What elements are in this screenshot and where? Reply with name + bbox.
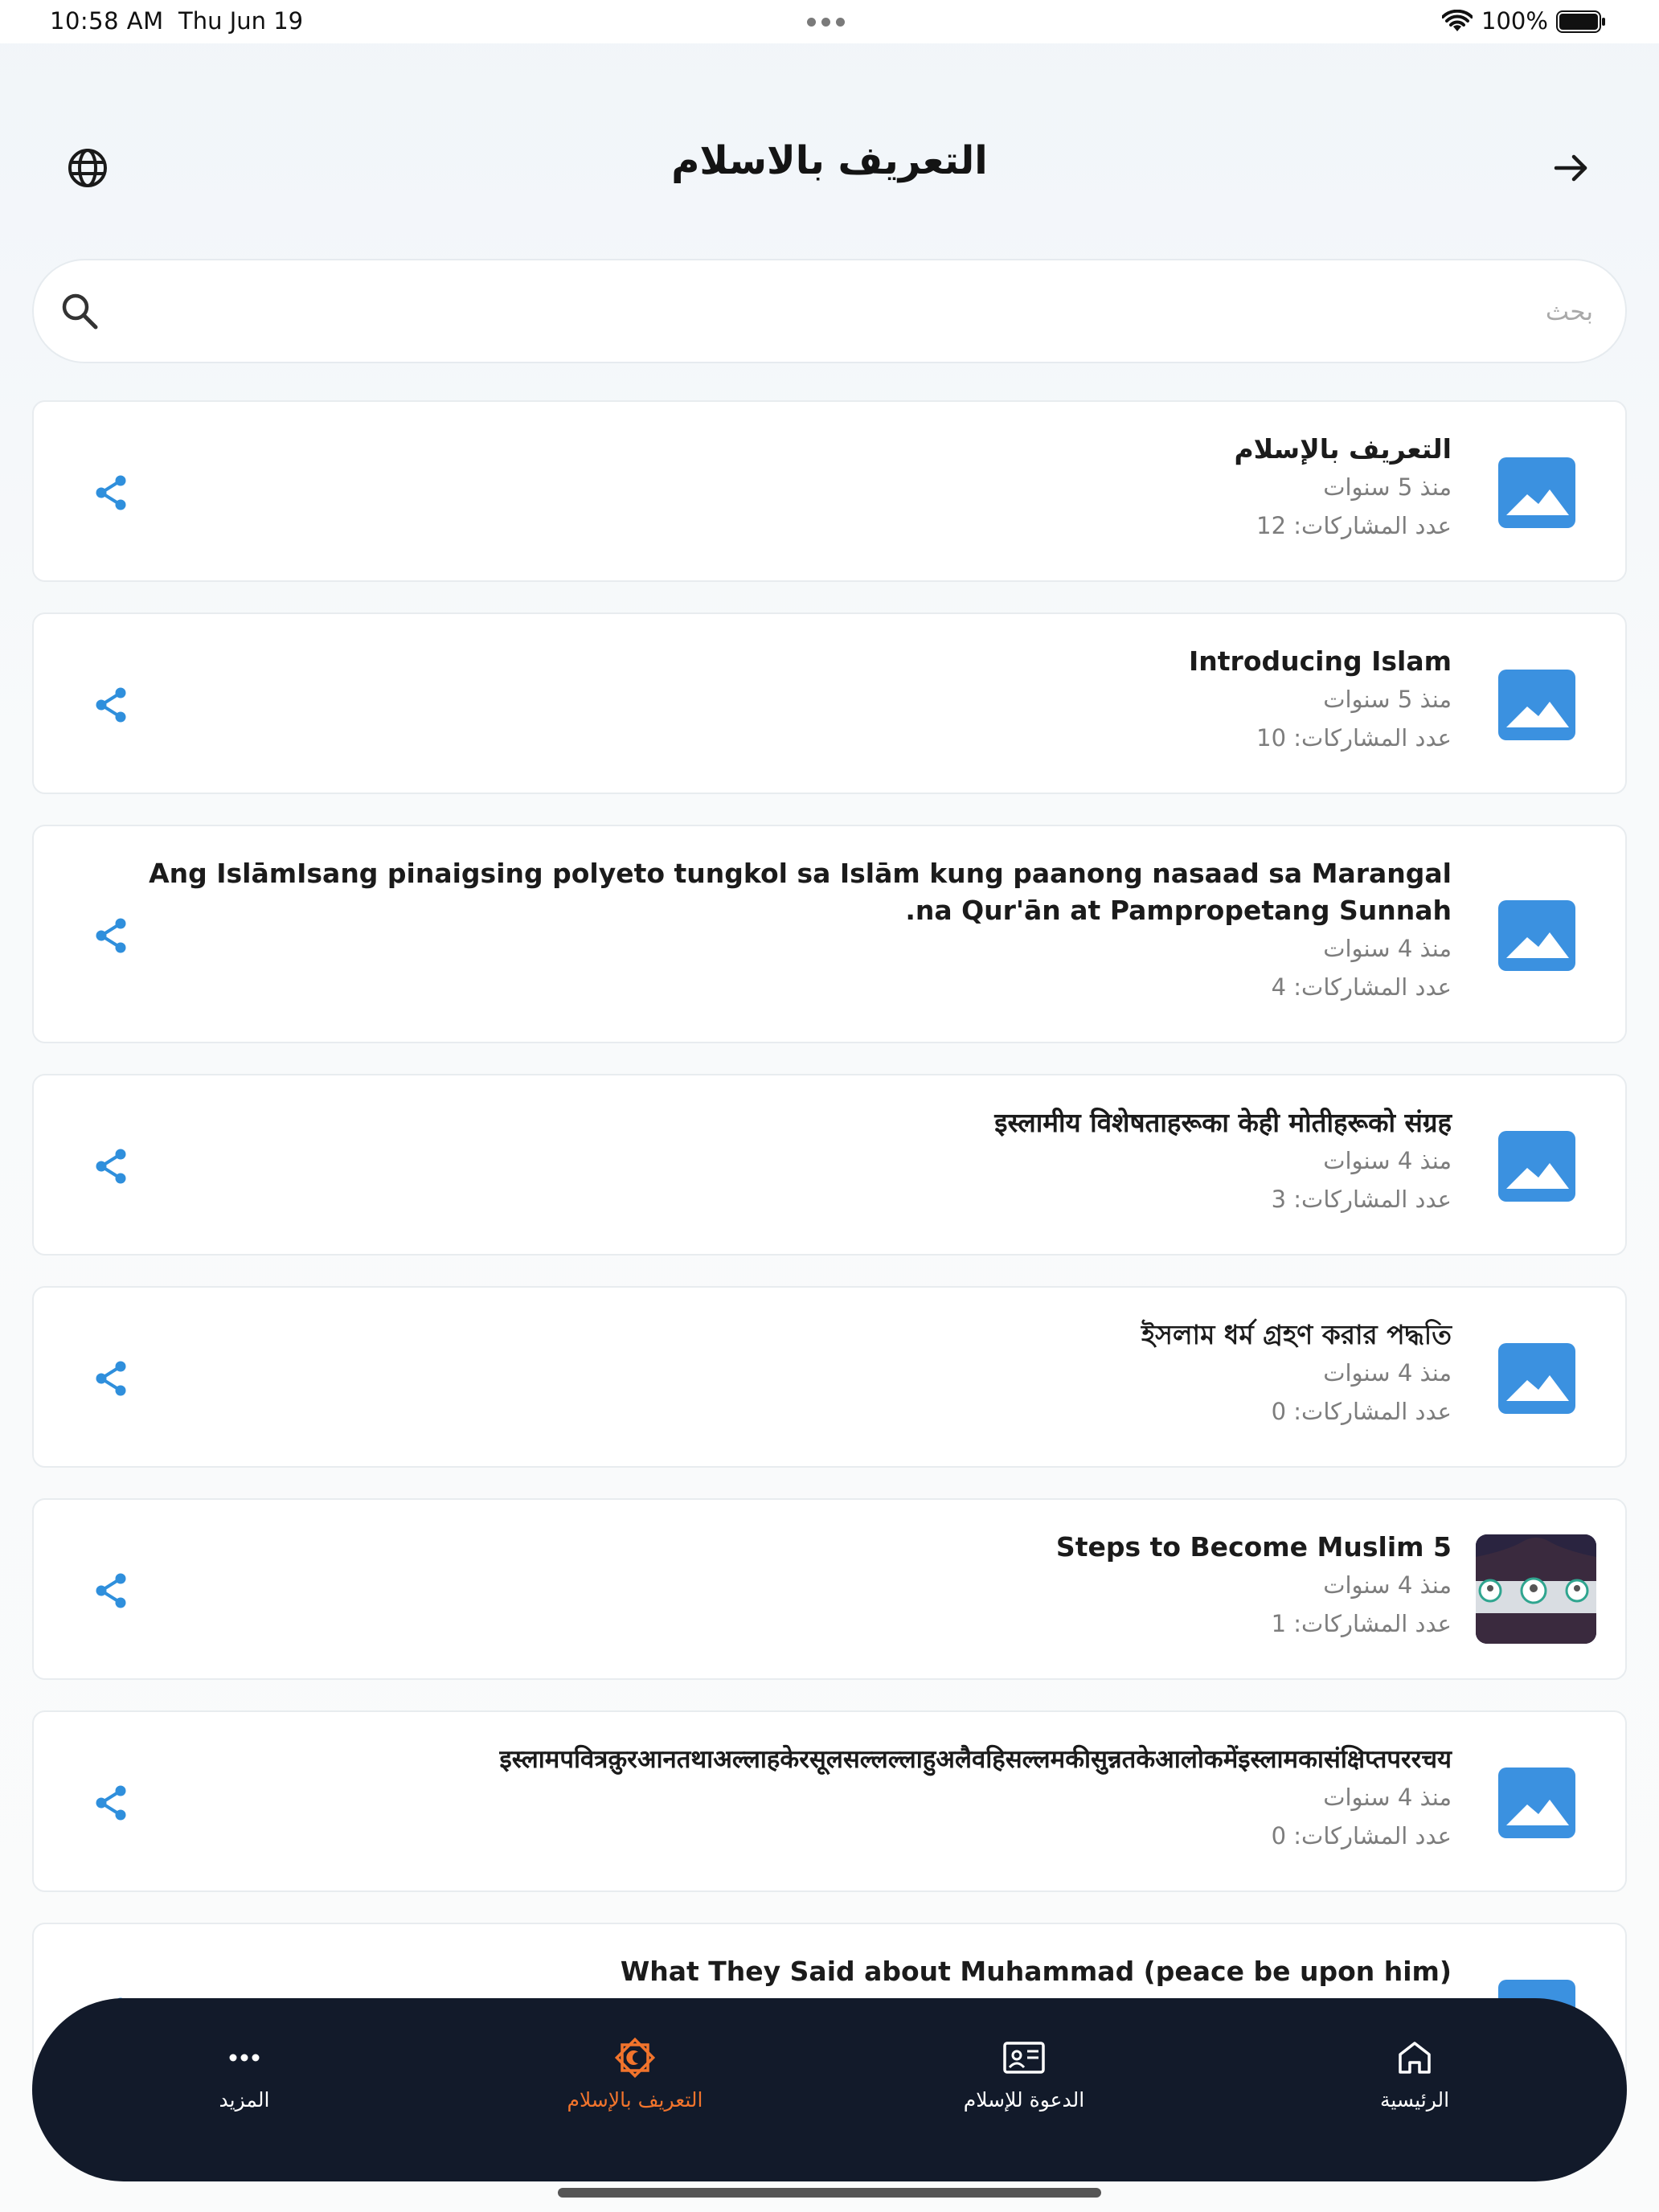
item-text: What They Said about Muhammad (peace be … <box>125 1953 1452 1990</box>
item-text: इस्लामपवित्रक़ुरआनतथाअल्लाहकेरसूलसल्लल्ल… <box>125 1741 1452 1855</box>
image-placeholder-icon <box>1498 457 1575 528</box>
page-title: التعريف بالاسلام <box>671 138 988 183</box>
item-title: Steps to Become Muslim 5 <box>1055 1531 1452 1563</box>
item-title: Introducing Islam <box>1189 645 1452 677</box>
back-arrow-icon[interactable] <box>1548 145 1595 191</box>
item-text: Introducing Islam منذ 5 سنوات عدد المشار… <box>125 643 1452 757</box>
item-shares: عدد المشاركات: 0 <box>1271 1822 1452 1849</box>
nav-label-home: الرئيسية <box>1379 2088 1450 2112</box>
nav-item-more[interactable]: المزيد <box>124 2037 365 2112</box>
item-shares: عدد المشاركات: 4 <box>1271 973 1452 1001</box>
bottom-nav: المزيد التعريف بالإسلام الدعوة للإسلام ا… <box>32 1998 1627 2181</box>
islamic-star-crescent-icon <box>614 2037 656 2079</box>
list-item[interactable]: Introducing Islam منذ 5 سنوات عدد المشار… <box>32 612 1627 794</box>
list-item[interactable]: التعريف بالإسلام منذ 5 سنوات عدد المشارك… <box>32 400 1627 582</box>
item-shares: عدد المشاركات: 10 <box>1256 724 1452 752</box>
nav-label-intro-islam: التعريف بالإسلام <box>567 2088 703 2112</box>
item-shares: عدد المشاركات: 0 <box>1271 1398 1452 1425</box>
item-time: منذ 4 سنوات <box>1323 1147 1452 1174</box>
image-placeholder-icon <box>1498 1343 1575 1414</box>
item-text: इस्लामीय विशेषताहरूका केही मोतीहरूको संग… <box>125 1104 1452 1219</box>
image-placeholder-icon <box>1498 900 1575 971</box>
item-time: منذ 4 سنوات <box>1323 1571 1452 1599</box>
nav-item-dawah[interactable]: الدعوة للإسلام <box>903 2037 1145 2112</box>
more-dots-icon <box>229 2054 260 2062</box>
item-shares: عدد المشاركات: 3 <box>1271 1186 1452 1213</box>
list-item[interactable]: Ang IslāmIsang pinaigsing polyeto tungko… <box>32 825 1627 1043</box>
list-item[interactable]: Steps to Become Muslim 5 منذ 4 سنوات عدد… <box>32 1498 1627 1680</box>
item-shares: عدد المشاركات: 1 <box>1271 1610 1452 1637</box>
item-time: منذ 4 سنوات <box>1323 935 1452 962</box>
item-time: منذ 4 سنوات <box>1323 1359 1452 1387</box>
multitasking-dots-icon[interactable] <box>807 14 852 27</box>
home-indicator[interactable] <box>558 2188 1101 2198</box>
item-text: ইসলাম ধর্ম গ্রহণ করার পদ্ধতি منذ 4 سنوات… <box>125 1317 1452 1431</box>
battery-percent: 100% <box>1481 7 1548 35</box>
list-item[interactable]: इस्लामीय विशेषताहरूका केही मोतीहरूको संग… <box>32 1074 1627 1256</box>
item-title: Ang IslāmIsang pinaigsing polyeto tungko… <box>149 858 1452 926</box>
nav-label-dawah: الدعوة للإسلام <box>963 2088 1085 2112</box>
item-text: Steps to Become Muslim 5 منذ 4 سنوات عدد… <box>125 1529 1452 1643</box>
item-time: منذ 5 سنوات <box>1323 686 1452 713</box>
list-item[interactable]: ইসলাম ধর্ম গ্রহণ করার পদ্ধতি منذ 4 سنوات… <box>32 1286 1627 1468</box>
item-thumbnail <box>1476 1534 1596 1644</box>
home-icon <box>1399 2042 1431 2074</box>
globe-icon[interactable] <box>63 143 113 193</box>
item-title: What They Said about Muhammad (peace be … <box>620 1956 1452 1987</box>
item-time: منذ 5 سنوات <box>1323 473 1452 501</box>
image-placeholder-icon <box>1498 670 1575 740</box>
item-title: التعريف بالإسلام <box>1234 433 1452 465</box>
status-date: Thu Jun 19 <box>178 7 304 35</box>
image-placeholder-icon <box>1498 1768 1575 1838</box>
item-title: इस्लामपवित्रक़ुरआनतथाअल्लाहकेरसूलसल्लल्ल… <box>499 1745 1452 1774</box>
item-shares: عدد المشاركات: 12 <box>1256 512 1452 539</box>
nav-item-intro-islam[interactable]: التعريف بالإسلام <box>514 2037 756 2112</box>
search-input[interactable] <box>122 285 1595 339</box>
status-time: 10:58 AM <box>50 7 164 35</box>
item-text: التعريف بالإسلام منذ 5 سنوات عدد المشارك… <box>125 431 1452 545</box>
status-bar: 10:58 AM Thu Jun 19 100% <box>0 0 1659 43</box>
wifi-icon <box>1442 10 1473 31</box>
item-text: Ang IslāmIsang pinaigsing polyeto tungko… <box>125 855 1452 1006</box>
item-title: ইসলাম ধর্ম গ্রহণ করার পদ্ধতি <box>1141 1319 1452 1350</box>
nav-label-more: المزيد <box>219 2088 270 2112</box>
nav-item-home[interactable]: الرئيسية <box>1294 2037 1535 2112</box>
list-item[interactable]: इस्लामपवित्रक़ुरआनतथाअल्लाहकेरसूलसल्लल्ल… <box>32 1710 1627 1892</box>
battery-icon <box>1556 10 1605 33</box>
item-title: इस्लामीय विशेषताहरूका केही मोतीहरूको संग… <box>994 1107 1452 1138</box>
search-icon[interactable] <box>58 289 103 334</box>
image-placeholder-icon <box>1498 1131 1575 1202</box>
id-card-icon <box>1003 2042 1045 2074</box>
search-bar[interactable] <box>32 259 1627 363</box>
item-time: منذ 4 سنوات <box>1323 1784 1452 1811</box>
